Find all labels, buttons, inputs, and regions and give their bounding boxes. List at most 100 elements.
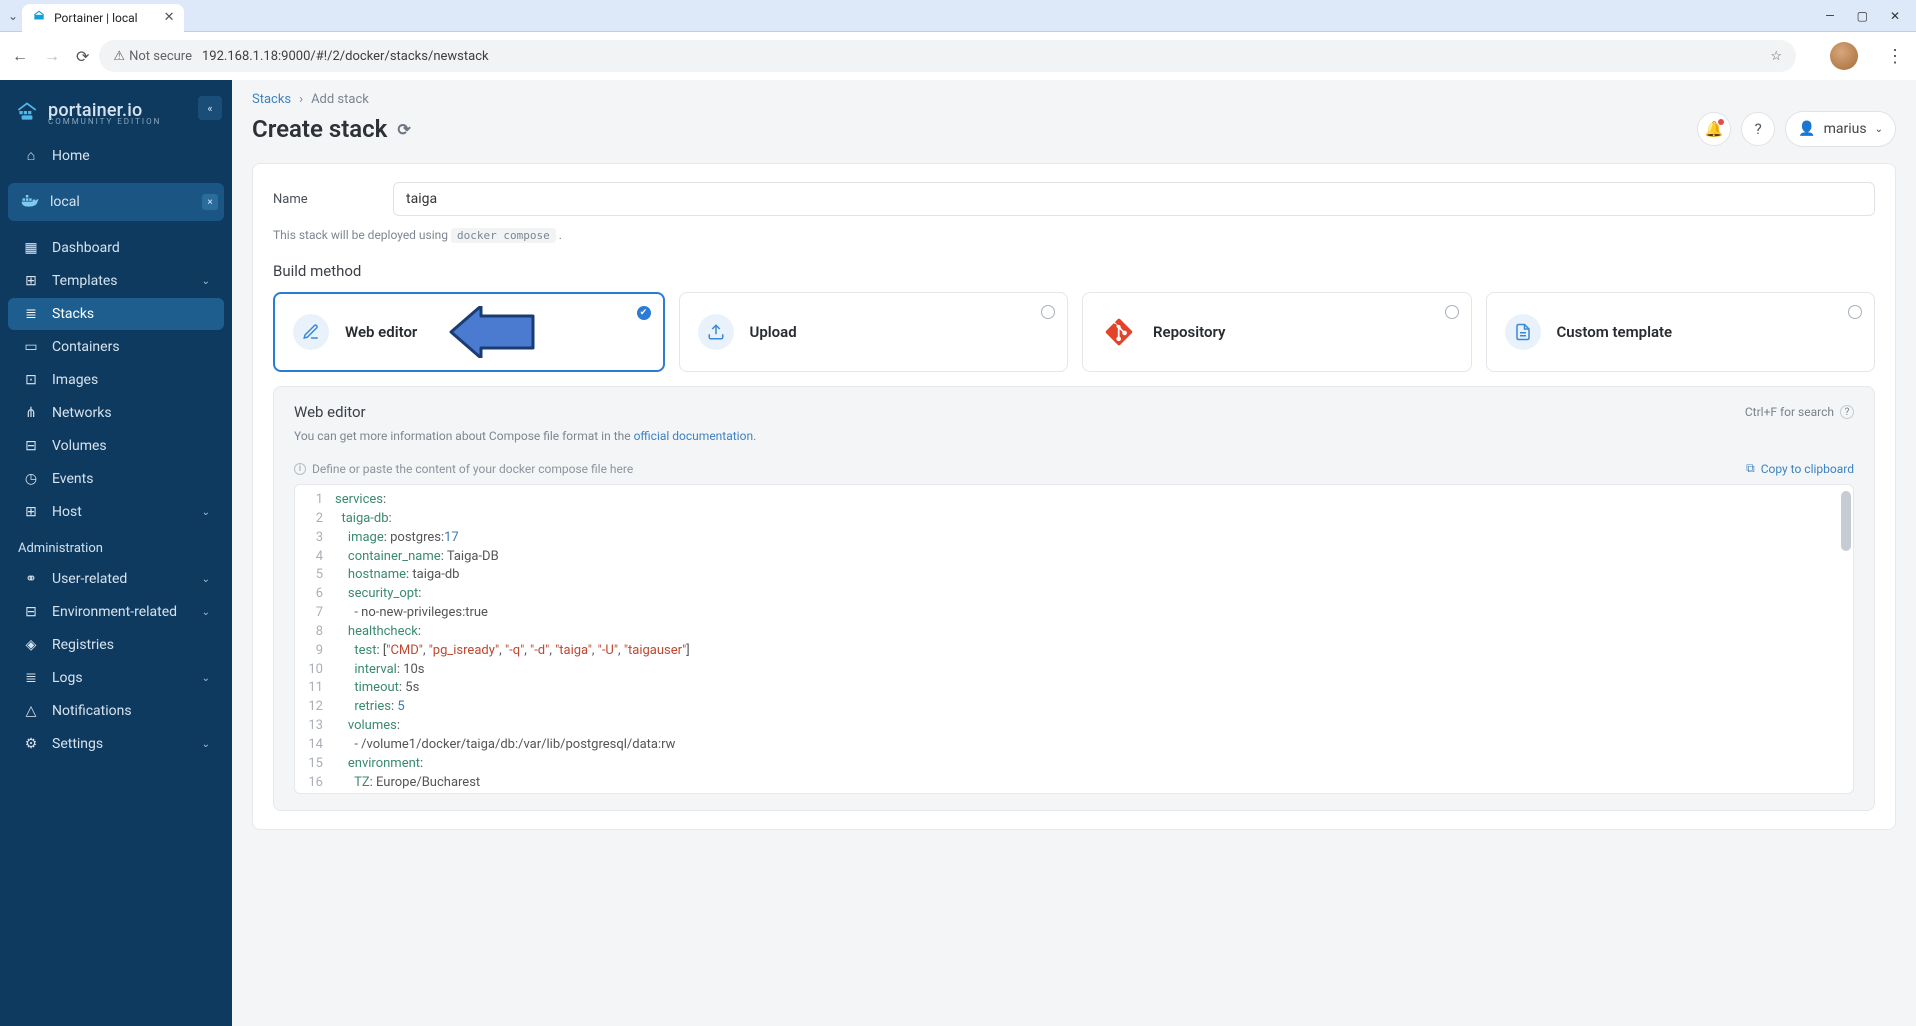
radio-icon	[1445, 305, 1459, 319]
radio-selected-icon	[637, 306, 651, 320]
code-line: 9 test: ["CMD", "pg_isready", "-q", "-d"…	[295, 642, 1853, 661]
sidebar-section-admin: Administration	[0, 529, 232, 562]
code-line: 10 interval: 10s	[295, 661, 1853, 680]
sidebar-item-dashboard[interactable]: ▦ Dashboard	[8, 232, 224, 264]
sidebar-item-label: Host	[52, 504, 82, 520]
name-label: Name	[273, 192, 353, 207]
radio-icon	[1041, 305, 1055, 319]
maximize-icon[interactable]: ▢	[1857, 9, 1868, 23]
compose-editor[interactable]: 1services:2 taiga-db:3 image: postgres:1…	[294, 484, 1854, 794]
copy-icon: ⧉	[1746, 461, 1755, 476]
sidebar-icon: ◷	[22, 471, 40, 487]
sidebar-icon: ▦	[22, 240, 40, 256]
breadcrumb: Stacks › Add stack	[252, 92, 1896, 107]
bookmark-icon[interactable]: ☆	[1770, 49, 1782, 64]
method-title: Repository	[1153, 323, 1225, 341]
sidebar-icon: ◈	[22, 637, 40, 653]
git-icon	[1101, 314, 1137, 350]
code-line: 12 retries: 5	[295, 698, 1853, 717]
minimize-icon[interactable]: —	[1825, 9, 1834, 23]
docs-link[interactable]: official documentation	[634, 429, 754, 443]
code-line: 17 POSTGRES_DB: taiga	[295, 793, 1853, 795]
sidebar-item-volumes[interactable]: ⊟Volumes	[8, 430, 224, 462]
sidebar-environment[interactable]: local ×	[8, 183, 224, 221]
profile-avatar[interactable]	[1830, 42, 1858, 70]
refresh-icon[interactable]: ⟳	[397, 120, 410, 139]
sidebar-item-label: Dashboard	[52, 240, 120, 256]
code-line: 7 - no-new-privileges:true	[295, 604, 1853, 623]
chevron-down-icon: ⌄	[202, 507, 210, 518]
chevron-down-icon: ⌄	[202, 673, 210, 684]
not-secure-label: Not secure	[129, 49, 192, 64]
sidebar-item-events[interactable]: ◷ Events	[8, 463, 224, 495]
search-shortcut-hint: Ctrl+F for search ?	[1745, 405, 1854, 419]
code-line: 11 timeout: 5s	[295, 679, 1853, 698]
sidebar-item-user-related[interactable]: ⚭User-related⌄	[8, 563, 224, 595]
build-method-web-editor[interactable]: Web editor	[273, 292, 665, 372]
code-line: 13 volumes:	[295, 717, 1853, 736]
notifications-button[interactable]: 🔔	[1697, 112, 1731, 146]
portainer-favicon-icon	[32, 9, 46, 26]
sidebar-item-label: Registries	[52, 637, 114, 653]
breadcrumb-leaf: Add stack	[311, 92, 369, 107]
sidebar-item-networks[interactable]: ⋔Networks	[8, 397, 224, 429]
bell-icon: 🔔	[1705, 120, 1724, 138]
help-icon[interactable]: ?	[1840, 405, 1854, 419]
sidebar-item-label: Images	[52, 372, 98, 388]
help-button[interactable]: ?	[1741, 112, 1775, 146]
address-bar[interactable]: ⚠ Not secure 192.168.1.18:9000/#!/2/dock…	[99, 40, 1796, 72]
sidebar-item-logs[interactable]: ≣ Logs ⌄	[8, 662, 224, 694]
reload-icon[interactable]: ⟳	[76, 47, 89, 66]
sidebar-item-stacks[interactable]: ≣Stacks	[8, 298, 224, 330]
page-title: Create stack ⟳	[252, 115, 411, 143]
user-icon: 👤	[1798, 121, 1815, 137]
sidebar-item-label: Volumes	[52, 438, 107, 454]
user-menu[interactable]: 👤 marius ⌄	[1785, 111, 1896, 147]
sidebar-icon: ⊞	[22, 273, 40, 289]
sidebar-item-home[interactable]: ⌂ Home	[8, 139, 224, 172]
back-icon[interactable]: ←	[12, 46, 28, 66]
sidebar-icon: ⊟	[22, 604, 40, 620]
sidebar-item-templates[interactable]: ⊞Templates⌄	[8, 265, 224, 297]
browser-tab[interactable]: Portainer | local ✕	[22, 4, 184, 32]
sidebar-icon: ⚙	[22, 736, 40, 752]
chrome-menu-icon[interactable]: ⋮	[1886, 46, 1904, 67]
build-method-upload[interactable]: Upload	[679, 292, 1069, 372]
code-line: 2 taiga-db:	[295, 510, 1853, 529]
scrollbar-thumb[interactable]	[1841, 491, 1851, 551]
sidebar-item-containers[interactable]: ▭Containers	[8, 331, 224, 363]
brand-edition: COMMUNITY EDITION	[48, 117, 161, 126]
stack-form-card: Name This stack will be deployed using d…	[252, 163, 1896, 830]
build-method-repository[interactable]: Repository	[1082, 292, 1472, 372]
sidebar-item-images[interactable]: ⊡Images	[8, 364, 224, 396]
code-line: 1services:	[295, 491, 1853, 510]
forward-icon[interactable]: →	[44, 46, 60, 66]
main-content: Stacks › Add stack Create stack ⟳ 🔔 ?	[232, 80, 1916, 1026]
code-line: 4 container_name: Taiga-DB	[295, 548, 1853, 567]
chevron-down-icon: ⌄	[1875, 124, 1883, 135]
close-env-icon[interactable]: ×	[202, 194, 218, 210]
tab-dropdown-icon[interactable]: ⌄	[8, 9, 18, 23]
sidebar-item-settings[interactable]: ⚙Settings⌄	[8, 728, 224, 760]
sidebar-item-host[interactable]: ⊞Host⌄	[8, 496, 224, 528]
sidebar-item-environment-related[interactable]: ⊟Environment-related⌄	[8, 596, 224, 628]
copy-to-clipboard-button[interactable]: ⧉ Copy to clipboard	[1746, 461, 1854, 476]
build-method-custom-template[interactable]: Custom template	[1486, 292, 1876, 372]
page-title-text: Create stack	[252, 115, 387, 143]
tab-title: Portainer | local	[54, 11, 138, 25]
collapse-sidebar-button[interactable]: «	[198, 96, 222, 120]
stack-name-input[interactable]	[393, 182, 1875, 216]
breadcrumb-root[interactable]: Stacks	[252, 92, 291, 107]
sidebar-item-label: Logs	[52, 670, 83, 686]
sidebar-item-label: Events	[52, 471, 93, 487]
sidebar-icon: ▭	[22, 339, 40, 355]
sidebar-item-notifications[interactable]: △Notifications	[8, 695, 224, 727]
editor-placeholder-hint: i Define or paste the content of your do…	[294, 461, 633, 476]
code-line: 8 healthcheck:	[295, 623, 1853, 642]
close-window-icon[interactable]: ✕	[1890, 9, 1900, 23]
sidebar-item-registries[interactable]: ◈ Registries	[8, 629, 224, 661]
chevron-down-icon: ⌄	[202, 607, 210, 618]
sidebar-icon: ≣	[22, 670, 40, 686]
code-line: 6 security_opt:	[295, 585, 1853, 604]
close-tab-icon[interactable]: ✕	[164, 10, 175, 25]
